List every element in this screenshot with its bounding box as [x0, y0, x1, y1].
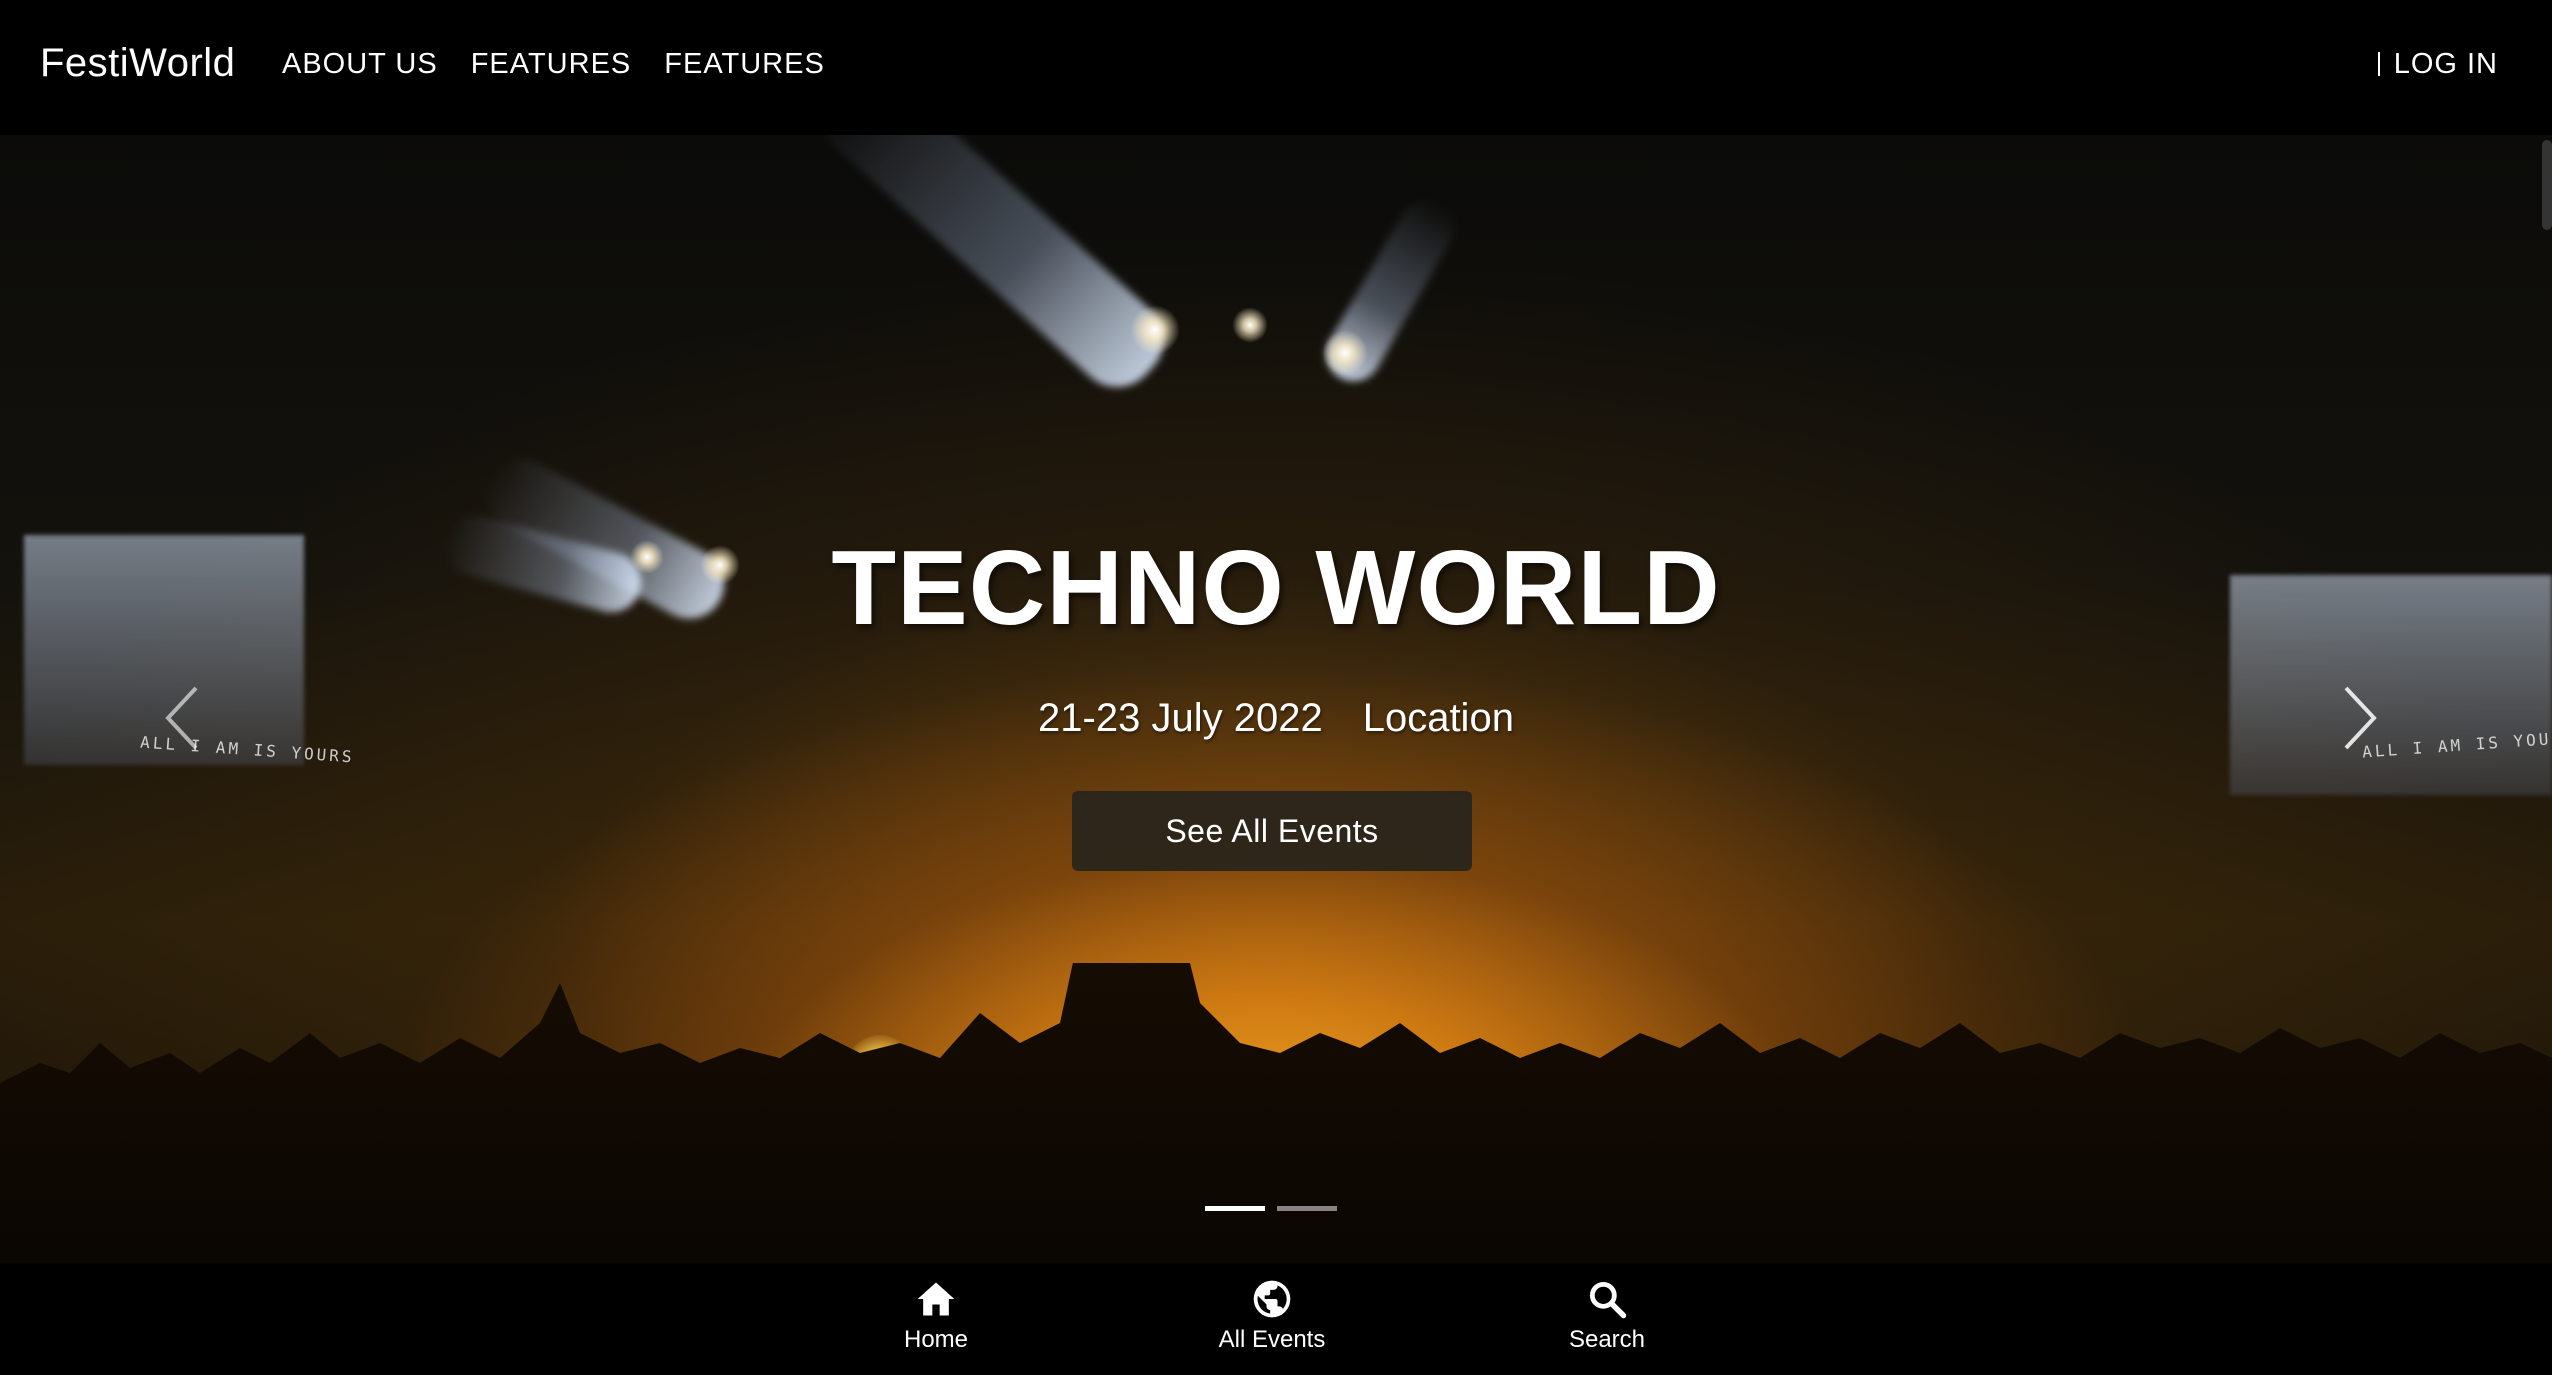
event-location: Location	[1362, 696, 1514, 740]
hero-title: TECHNO WORLD	[831, 529, 1721, 647]
crowd-silhouette	[0, 963, 2552, 1263]
login-label: LOG IN	[2393, 48, 2498, 80]
bottom-nav-search-label: Search	[1568, 1326, 1646, 1353]
bottom-nav-all-events[interactable]: All Events	[1172, 1277, 1372, 1367]
bottom-nav-search[interactable]: Search	[1507, 1277, 1707, 1367]
page-scrollbar[interactable]	[2542, 140, 2552, 230]
hero-subtitle: 21-23 July 2022 Location	[0, 693, 2552, 743]
nav-about-us[interactable]: ABOUT US	[282, 44, 438, 84]
nav-features[interactable]: FEATURES	[471, 44, 632, 84]
home-icon	[914, 1277, 958, 1321]
login-link[interactable]: LOG IN	[2377, 44, 2498, 84]
top-navbar: FestiWorld ABOUT US FEATURES FEATURES LO…	[0, 0, 2552, 135]
bottom-nav-home-label: Home	[903, 1326, 969, 1353]
chevron-right-icon	[2344, 686, 2377, 750]
nav-features-2[interactable]: FEATURES	[664, 44, 825, 84]
hero-carousel: ALL I AM IS YOURS ALL I AM IS YOURS TECH…	[0, 135, 2552, 1263]
carousel-indicator-2[interactable]	[1277, 1206, 1337, 1211]
event-date: 21-23 July 2022	[1038, 696, 1323, 740]
carousel-prev-button[interactable]	[152, 668, 212, 768]
bottom-nav-home[interactable]: Home	[836, 1277, 1036, 1367]
bottom-navbar: Home All Events Search	[0, 1263, 2552, 1375]
carousel-next-button[interactable]	[2330, 668, 2390, 768]
globe-icon	[1250, 1277, 1294, 1321]
nav-links: ABOUT US FEATURES FEATURES	[282, 44, 858, 84]
login-separator	[2377, 52, 2380, 76]
carousel-indicators	[1205, 1206, 1337, 1211]
carousel-indicator-1[interactable]	[1205, 1206, 1265, 1211]
chevron-left-icon	[165, 686, 198, 750]
bottom-nav-all-events-label: All Events	[1218, 1326, 1326, 1353]
brand-logo[interactable]: FestiWorld	[40, 38, 235, 88]
search-icon	[1585, 1277, 1629, 1321]
see-all-events-button[interactable]: See All Events	[1072, 791, 1472, 871]
page: FestiWorld ABOUT US FEATURES FEATURES LO…	[0, 0, 2552, 1375]
